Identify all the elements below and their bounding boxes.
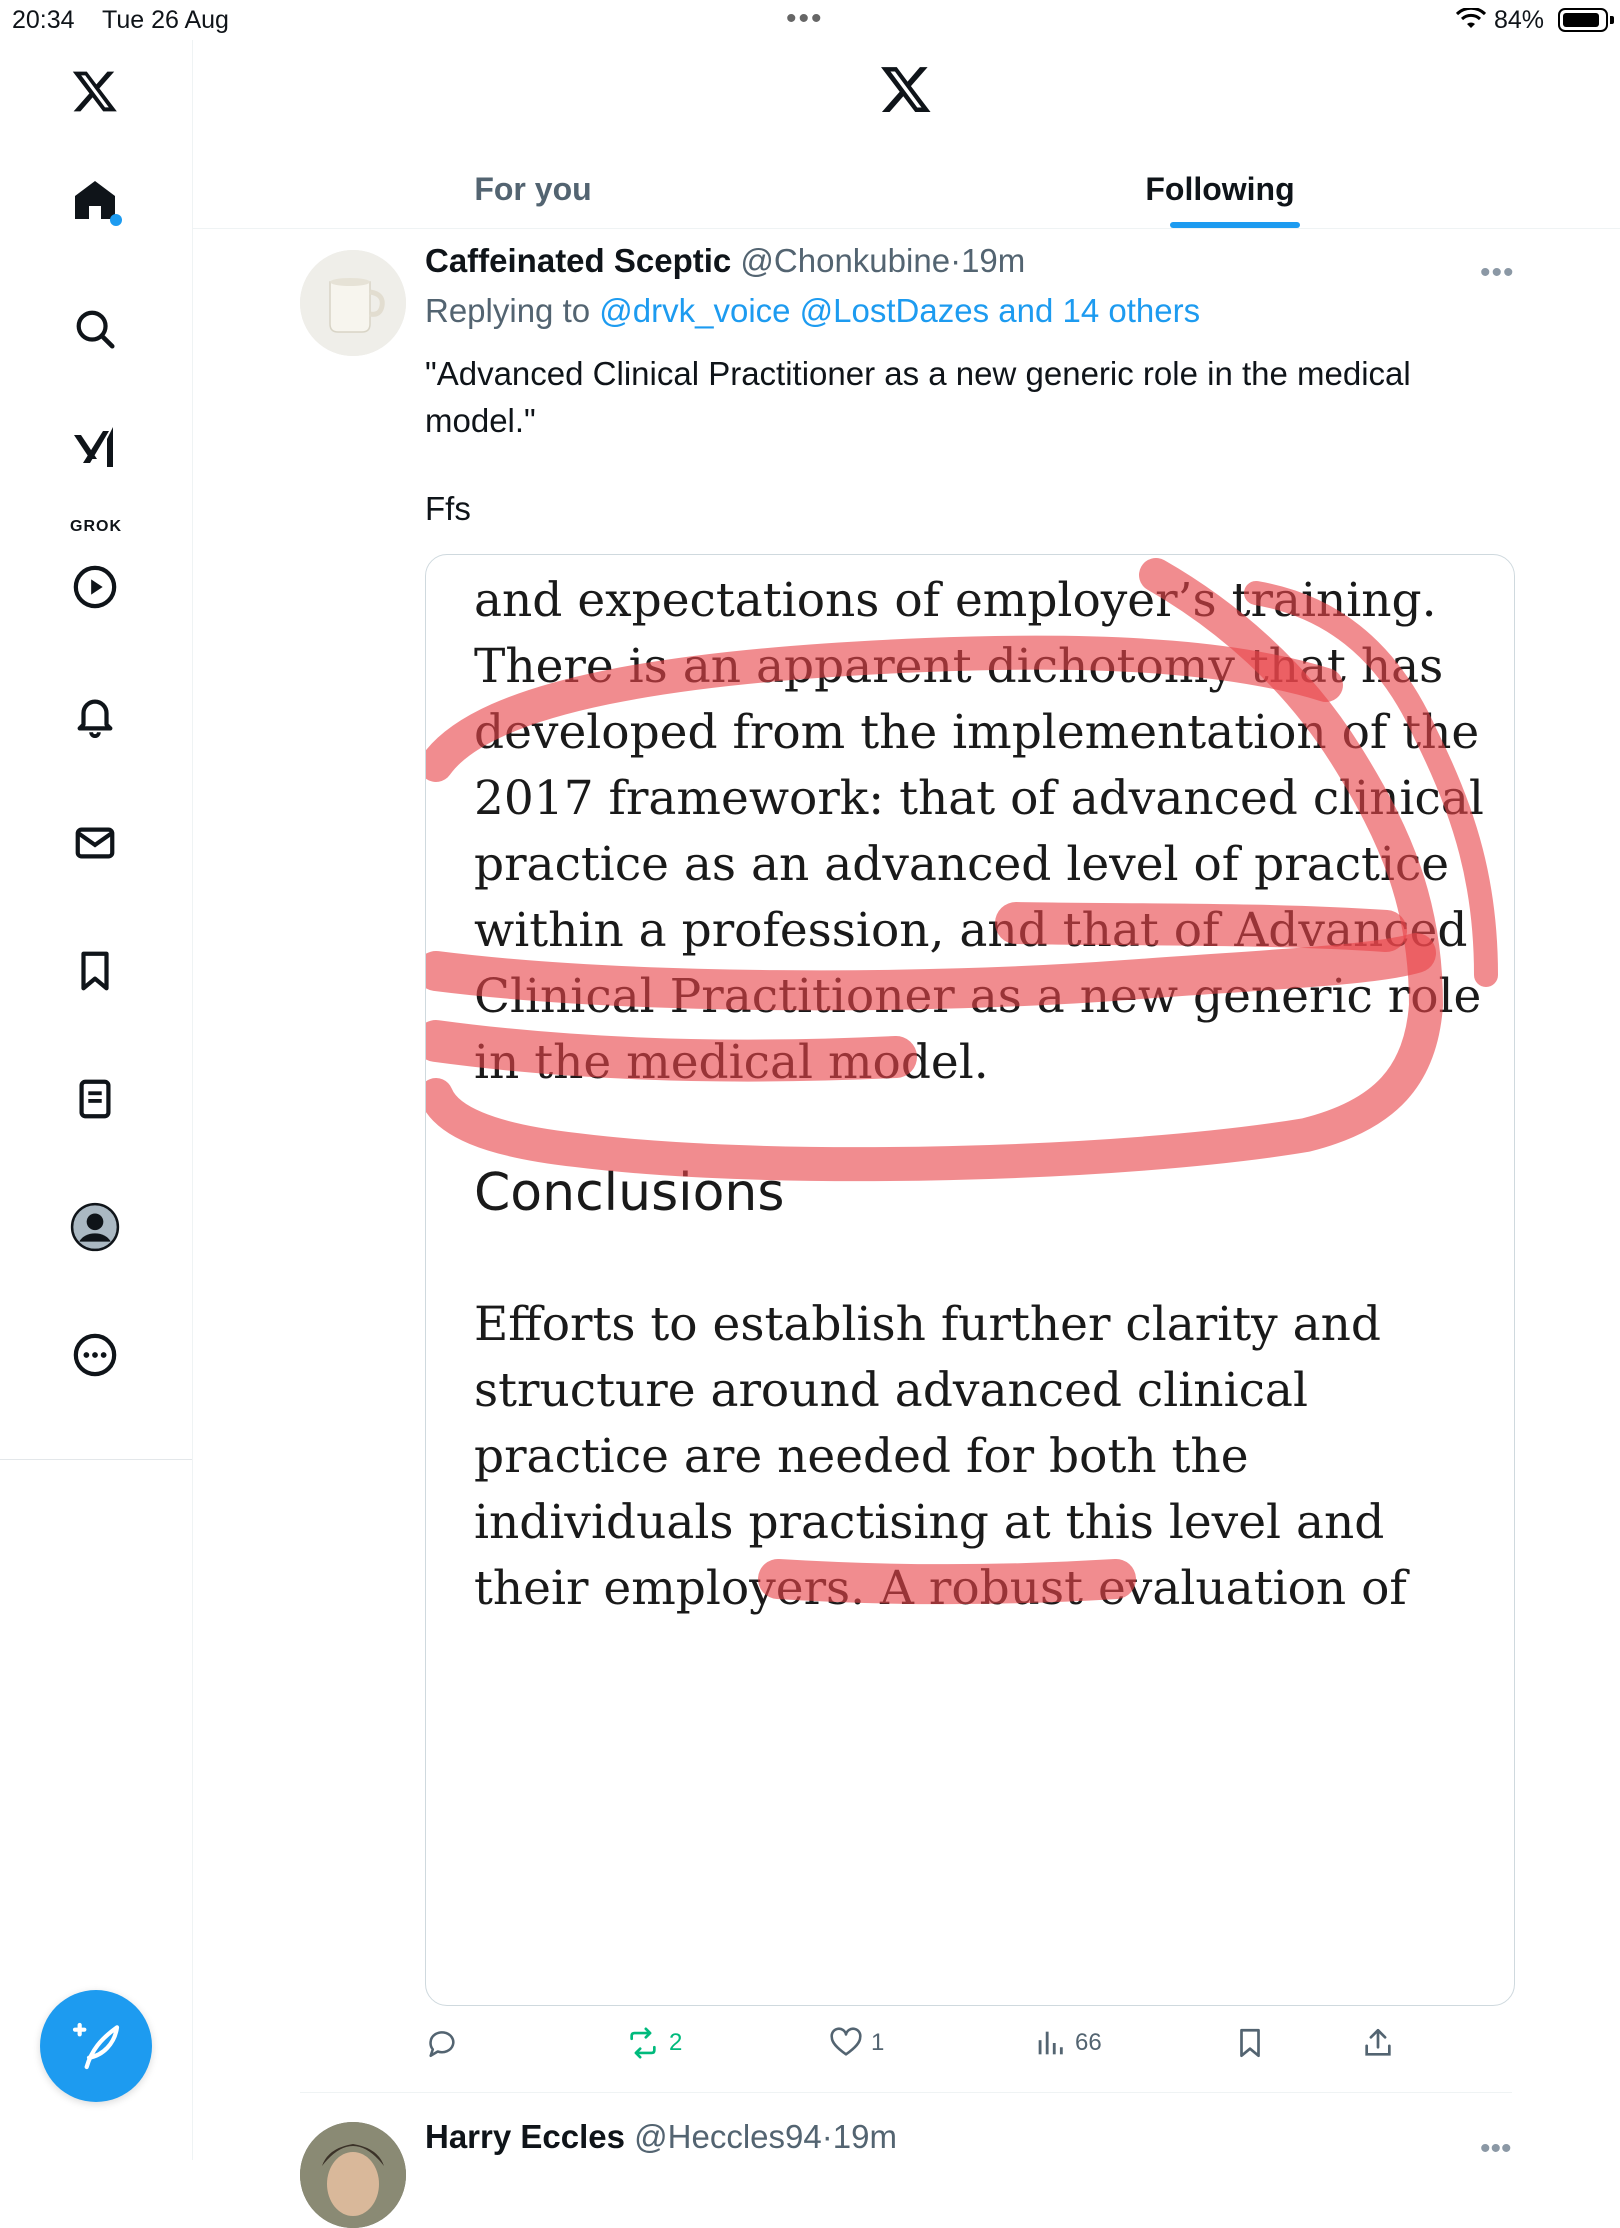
mug-avatar-icon [300,250,406,356]
tab-for-you[interactable]: For you [393,150,673,228]
sidebar-item-bookmarks[interactable] [66,942,124,1000]
avatar[interactable] [300,250,406,356]
tweet-header: Caffeinated Sceptic @Chonkubine·19m [425,242,1025,280]
tweet-more-icon[interactable]: ••• [1480,256,1515,290]
tweet-time[interactable]: 19m [961,242,1025,279]
x-logo-header-icon[interactable] [878,62,934,121]
tweet-image[interactable]: and expectations of employer’s training.… [425,554,1515,2006]
compose-icon [72,2022,120,2070]
retweet-count: 2 [669,2029,683,2056]
user-handle[interactable]: @Heccles94 [634,2118,822,2155]
notification-dot [110,214,122,226]
retweet-button[interactable]: 2 [625,2018,682,2068]
play-icon [73,565,117,609]
replying-to: Replying to @drvk_voice @LostDazes and 1… [425,292,1200,330]
search-icon [76,310,115,349]
timeline-tabs: For you Following [193,150,1620,229]
view-count: 66 [1075,2029,1102,2056]
reply-icon [429,2031,455,2058]
tab-following[interactable]: Following [1093,150,1347,228]
sidebar-item-videos[interactable] [66,558,124,616]
sidebar-item-more[interactable] [66,1326,124,1384]
sidebar-item-grok[interactable] [66,418,124,476]
compose-button[interactable] [40,1990,152,2102]
share-icon [1365,2028,1391,2056]
display-name[interactable]: Caffeinated Sceptic [425,242,731,279]
bookmark-button[interactable] [1233,2018,1275,2068]
tweet-header: Harry Eccles @Heccles94·19m [425,2118,897,2156]
sidebar-item-profile[interactable] [66,1198,124,1256]
replying-prefix: Replying to [425,292,591,329]
multitasking-dots-icon[interactable]: ••• [786,2,824,36]
sidebar-item-notifications[interactable] [66,686,124,744]
like-count: 1 [871,2029,885,2056]
sidebar-divider [0,1459,192,1460]
tweet-more-icon[interactable]: ••• [1480,2132,1512,2166]
more-icon [73,1333,117,1377]
tweet-text: "Advanced Clinical Practitioner as a new… [425,355,1411,439]
status-bar: 20:34 Tue 26 Aug ••• 84% [0,0,1620,40]
tweet-divider [300,2092,1512,2093]
share-button[interactable] [1361,2018,1403,2068]
active-tab-indicator [1170,222,1300,228]
sidebar-item-messages[interactable] [66,814,124,872]
person-avatar-icon [300,2122,406,2228]
grok-icon [74,427,113,467]
mail-icon [75,827,115,859]
tweet-actions: 2 1 66 [425,2018,1525,2068]
list-icon [79,1079,111,1119]
bookmark-icon [1240,2028,1260,2058]
retweet-icon [630,2027,656,2059]
x-logo-icon[interactable] [66,62,124,120]
bell-icon [77,699,113,738]
separator-dot: · [821,2118,833,2155]
tweet-time[interactable]: 19m [833,2118,897,2155]
status-time: 20:34 [12,6,75,34]
views-icon [1038,2031,1063,2055]
separator-dot: · [950,242,962,279]
wifi-icon [1455,6,1487,37]
display-name[interactable]: Harry Eccles [425,2118,625,2155]
sidebar-item-lists[interactable] [66,1070,124,1128]
like-button[interactable]: 1 [829,2018,884,2068]
views-button[interactable]: 66 [1033,2018,1102,2068]
red-highlight-scribble [426,558,1498,1605]
reply-button[interactable] [425,2018,467,2068]
sidebar: GROK [0,40,193,2160]
profile-icon [70,1202,120,1252]
user-handle[interactable]: @Chonkubine [740,242,950,279]
replying-to-users[interactable]: @drvk_voice @LostDazes and 14 others [599,292,1200,329]
battery-percent: 84% [1494,6,1545,34]
tweet-text-second: Ffs [425,490,471,527]
grok-label: GROK [70,518,122,535]
status-date: Tue 26 Aug [102,6,229,34]
battery-icon [1558,8,1608,32]
bookmark-icon [81,951,109,991]
sidebar-item-explore[interactable] [66,300,124,358]
avatar[interactable] [300,2122,406,2228]
heart-icon [830,2027,862,2056]
